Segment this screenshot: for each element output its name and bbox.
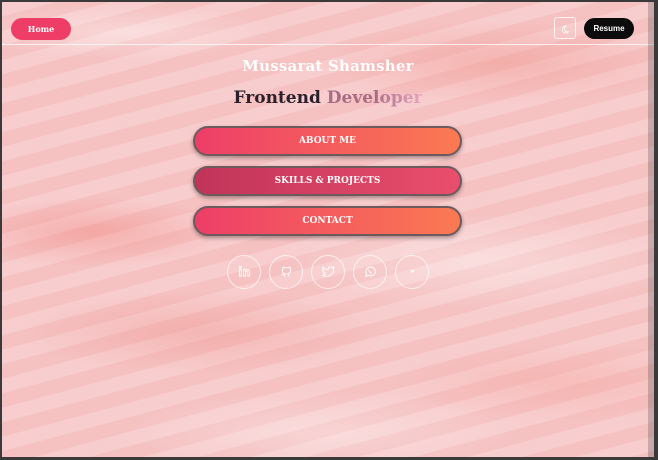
resume-button[interactable]: Resume	[584, 18, 634, 39]
role-word-frontend: Frontend	[233, 88, 321, 108]
contact-button[interactable]: CONTACT	[193, 206, 462, 236]
linkedin-link[interactable]	[227, 255, 261, 289]
skills-projects-button[interactable]: SKILLS & PROJECTS	[193, 166, 462, 196]
whatsapp-icon	[364, 263, 377, 282]
github-icon	[280, 263, 293, 282]
header-divider	[2, 44, 654, 45]
linkedin-icon	[238, 263, 251, 282]
window-edge	[648, 2, 654, 457]
whatsapp-link[interactable]	[353, 255, 387, 289]
scroll-down-link[interactable]	[395, 255, 429, 289]
theme-toggle-button[interactable]	[554, 17, 576, 39]
page-background: Home Resume Mussarat Shamsher Frontend D…	[2, 2, 654, 457]
twitter-icon	[321, 263, 335, 282]
twitter-link[interactable]	[311, 255, 345, 289]
github-link[interactable]	[269, 255, 303, 289]
arrow-down-icon	[406, 263, 419, 282]
about-me-button[interactable]: ABOUT ME	[193, 126, 462, 156]
role-word-developer-a: Devel	[326, 88, 380, 108]
role-word-developer-b: oper	[379, 88, 423, 108]
moon-icon	[561, 19, 570, 38]
home-button[interactable]: Home	[11, 18, 71, 40]
hero-name: Mussarat Shamsher	[242, 57, 414, 75]
hero-role: Frontend Developer	[2, 88, 654, 108]
